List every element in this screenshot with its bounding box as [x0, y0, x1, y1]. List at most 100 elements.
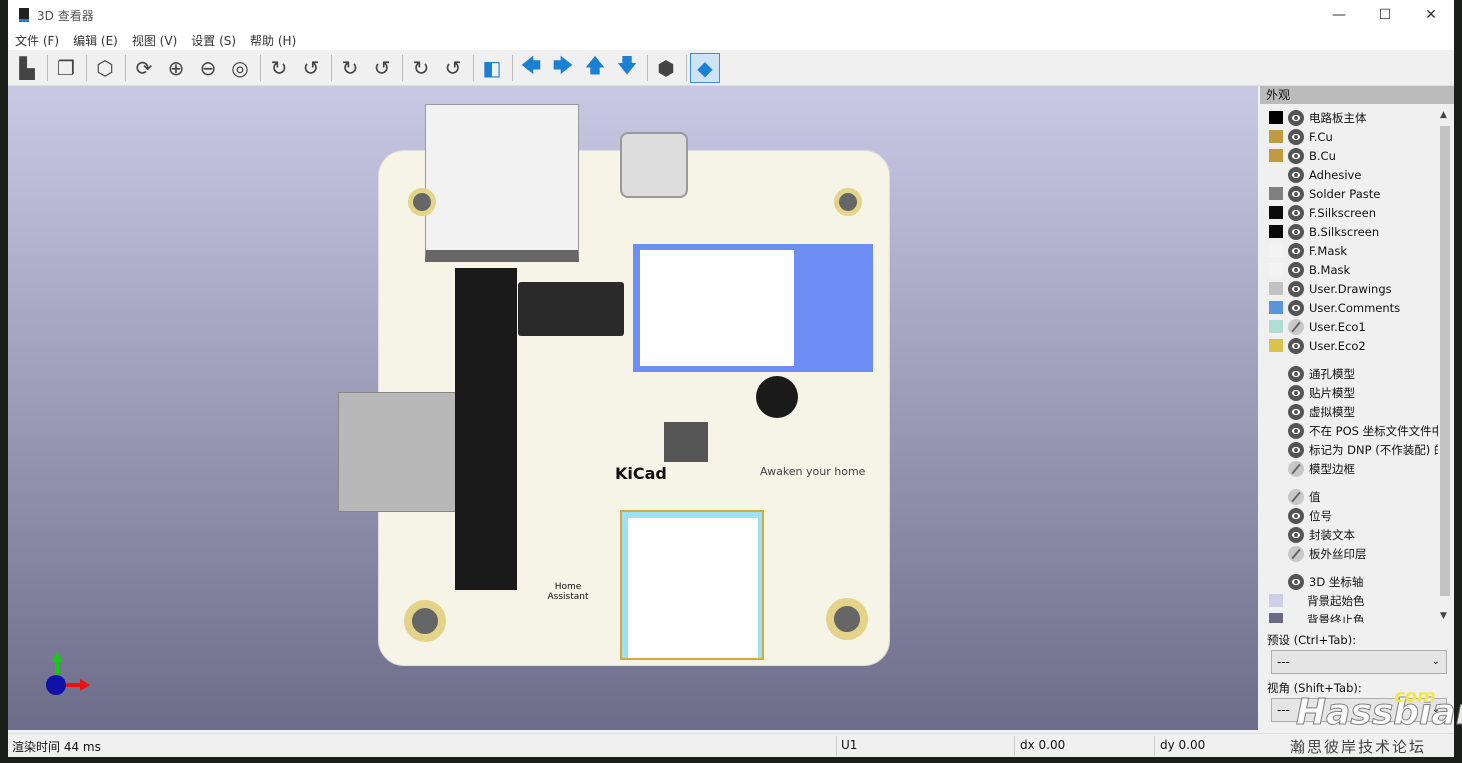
eye-icon[interactable]: [1288, 337, 1304, 354]
layer-row[interactable]: 背景起始色: [1260, 591, 1438, 610]
rotate-y-ccw-button[interactable]: ↺: [367, 53, 397, 83]
layer-row[interactable]: 虚拟模型: [1260, 402, 1438, 421]
eye-icon[interactable]: [1288, 204, 1304, 221]
layer-row[interactable]: B.Mask: [1260, 260, 1438, 279]
layer-row[interactable]: 背景终止色: [1260, 610, 1438, 623]
appearance-layers-button[interactable]: ◆: [690, 52, 720, 83]
eye-icon[interactable]: [1288, 441, 1304, 458]
layer-row[interactable]: B.Silkscreen: [1260, 222, 1438, 241]
layer-color-swatch[interactable]: [1269, 149, 1283, 162]
eye-hidden-icon[interactable]: [1288, 460, 1304, 477]
eye-icon[interactable]: [1288, 384, 1304, 401]
layer-row[interactable]: 标记为 DNP (不作装配) 的: [1260, 440, 1438, 459]
arrow-up-button[interactable]: 🡅: [580, 53, 610, 83]
eye-icon[interactable]: [1288, 507, 1304, 524]
eye-icon[interactable]: [1288, 128, 1304, 145]
layer-row[interactable]: F.Silkscreen: [1260, 203, 1438, 222]
layer-row[interactable]: F.Cu: [1260, 127, 1438, 146]
eye-hidden-icon[interactable]: [1288, 318, 1304, 335]
layer-row[interactable]: 通孔模型: [1260, 364, 1438, 383]
zoom-out-button[interactable]: ⊖: [193, 53, 223, 83]
layer-color-swatch[interactable]: [1269, 594, 1283, 607]
layer-row[interactable]: Adhesive: [1260, 165, 1438, 184]
eye-hidden-icon[interactable]: [1288, 488, 1304, 505]
raytrace-cube-button[interactable]: ⬡: [90, 53, 120, 83]
menu-file[interactable]: 文件 (F): [15, 32, 59, 49]
eye-icon[interactable]: [1288, 526, 1304, 543]
eye-icon[interactable]: [1288, 242, 1304, 259]
arrow-down-button[interactable]: 🡇: [612, 53, 642, 83]
flip-board-button[interactable]: ◧: [477, 53, 507, 83]
eye-icon[interactable]: [1288, 109, 1304, 126]
orthographic-cube-button[interactable]: ⬢: [651, 53, 681, 83]
eye-icon[interactable]: [1288, 365, 1304, 382]
layer-color-swatch[interactable]: [1269, 111, 1283, 124]
eye-icon[interactable]: [1288, 185, 1304, 202]
layer-row[interactable]: User.Drawings: [1260, 279, 1438, 298]
rotate-z-cw-button[interactable]: ↻: [406, 53, 436, 83]
eye-icon[interactable]: [1288, 403, 1304, 420]
layer-color-swatch[interactable]: [1269, 301, 1283, 314]
arrow-left-button[interactable]: 🡄: [516, 53, 546, 83]
layer-color-swatch[interactable]: [1269, 613, 1283, 623]
rotate-y-cw-button[interactable]: ↻: [335, 53, 365, 83]
eye-hidden-icon[interactable]: [1288, 545, 1304, 562]
layer-color-swatch[interactable]: [1269, 244, 1283, 257]
layer-row[interactable]: 3D 坐标轴: [1260, 572, 1438, 591]
scroll-up-icon[interactable]: ▲: [1440, 110, 1447, 120]
scroll-down-icon[interactable]: ▼: [1440, 611, 1447, 621]
minimize-button[interactable]: —: [1316, 0, 1362, 30]
layer-row[interactable]: F.Mask: [1260, 241, 1438, 260]
rotate-x-cw-button[interactable]: ↻: [264, 53, 294, 83]
rotate-z-ccw-button[interactable]: ↺: [438, 53, 468, 83]
layer-color-swatch[interactable]: [1269, 339, 1283, 352]
layer-color-swatch[interactable]: [1269, 263, 1283, 276]
menu-edit[interactable]: 编辑 (E): [73, 32, 118, 49]
eye-icon[interactable]: [1288, 299, 1304, 316]
close-button[interactable]: ✕: [1408, 0, 1454, 30]
layer-row[interactable]: 位号: [1260, 506, 1438, 525]
export-image-button[interactable]: ▙: [12, 53, 42, 83]
layer-color-swatch[interactable]: [1269, 187, 1283, 200]
menu-help[interactable]: 帮助 (H): [250, 32, 296, 49]
maximize-button[interactable]: ☐: [1362, 0, 1408, 30]
layer-row[interactable]: User.Eco2: [1260, 336, 1438, 355]
arrow-right-button[interactable]: 🡆: [548, 53, 578, 83]
eye-icon[interactable]: [1288, 261, 1304, 278]
layer-color-swatch[interactable]: [1269, 225, 1283, 238]
layer-row[interactable]: 不在 POS 坐标文件文件中的: [1260, 421, 1438, 440]
preset-select[interactable]: --- ⌄: [1271, 650, 1447, 674]
eye-icon[interactable]: [1288, 166, 1304, 183]
layer-color-swatch[interactable]: [1269, 282, 1283, 295]
zoom-fit-button[interactable]: ◎: [225, 53, 255, 83]
reload-button[interactable]: ⟳: [129, 53, 159, 83]
eye-icon[interactable]: [1288, 573, 1304, 590]
layer-color-swatch[interactable]: [1269, 130, 1283, 143]
eye-icon[interactable]: [1288, 422, 1304, 439]
layer-row[interactable]: User.Eco1: [1260, 317, 1438, 336]
eye-icon[interactable]: [1288, 147, 1304, 164]
eye-icon[interactable]: [1288, 223, 1304, 240]
layer-row[interactable]: User.Comments: [1260, 298, 1438, 317]
layer-row[interactable]: 模型边框: [1260, 459, 1438, 478]
3d-viewport[interactable]: KiCad Awaken your home Home Assistant: [8, 86, 1258, 730]
zoom-in-button[interactable]: ⊕: [161, 53, 191, 83]
rotate-x-ccw-button[interactable]: ↺: [296, 53, 326, 83]
layer-row[interactable]: 贴片模型: [1260, 383, 1438, 402]
layer-list-scrollbar[interactable]: ▲ ▼: [1438, 108, 1452, 623]
layer-row[interactable]: Solder Paste: [1260, 184, 1438, 203]
view-value: ---: [1277, 703, 1290, 717]
layer-row[interactable]: B.Cu: [1260, 146, 1438, 165]
toolbar: ▙ ❐ ⬡ ⟳ ⊕ ⊖ ◎ ↻ ↺ ↻ ↺ ↻ ↺ ◧ 🡄 🡆 🡅 🡇 ⬢ ◆: [8, 50, 1454, 86]
layer-row[interactable]: 板外丝印层: [1260, 544, 1438, 563]
copy-button[interactable]: ❐: [51, 53, 81, 83]
layer-color-swatch[interactable]: [1269, 320, 1283, 333]
layer-row[interactable]: 值: [1260, 487, 1438, 506]
eye-icon[interactable]: [1288, 280, 1304, 297]
menu-settings[interactable]: 设置 (S): [191, 32, 236, 49]
layer-row[interactable]: 电路板主体: [1260, 108, 1438, 127]
menu-view[interactable]: 视图 (V): [132, 32, 177, 49]
layer-color-swatch[interactable]: [1269, 206, 1283, 219]
layer-row[interactable]: 封装文本: [1260, 525, 1438, 544]
scrollbar-thumb[interactable]: [1440, 126, 1450, 596]
